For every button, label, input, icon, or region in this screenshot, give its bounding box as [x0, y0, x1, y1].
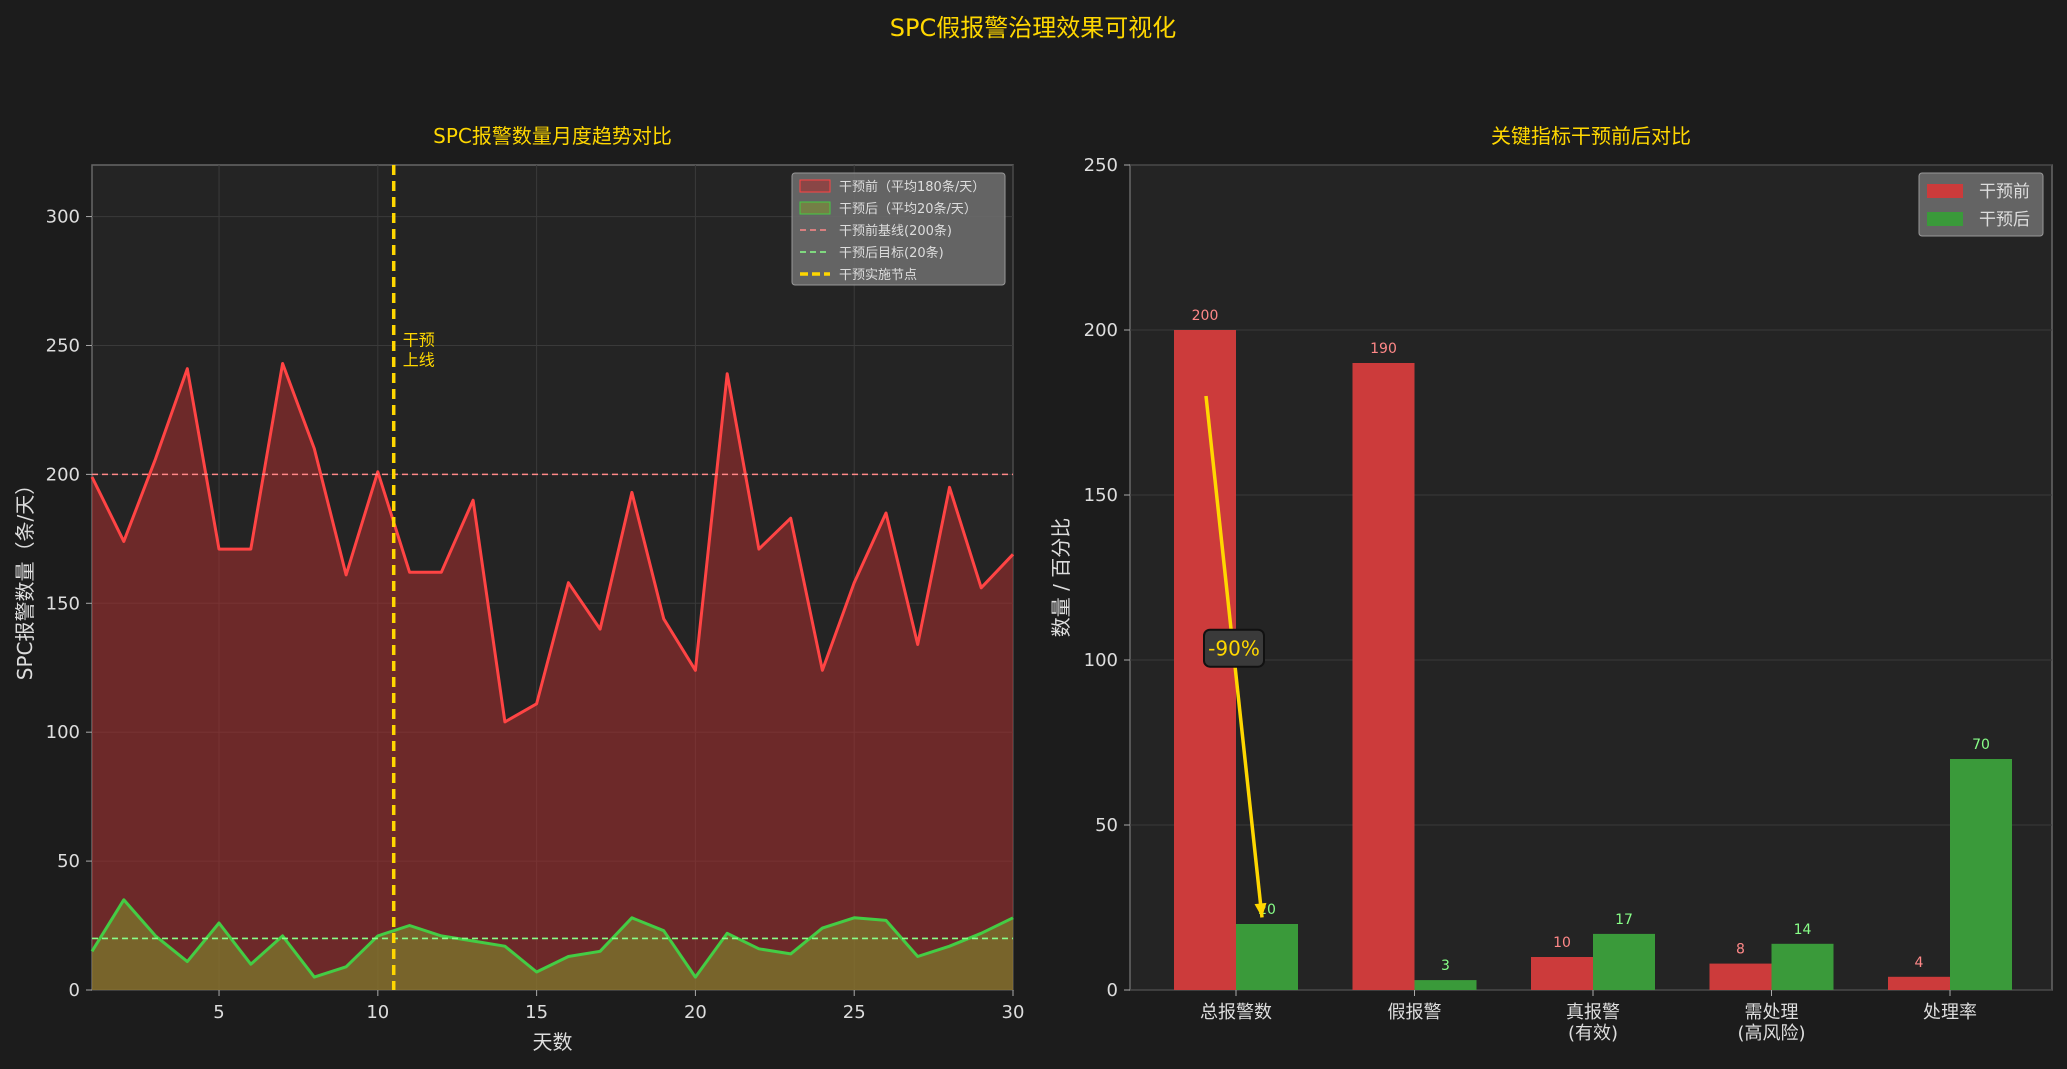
legend-label-target: 干预后目标(20条): [839, 245, 944, 261]
right-legend[interactable]: 干预前 干预后: [1918, 172, 2044, 237]
y-tick-label: 250: [1084, 155, 1118, 176]
legend-label-baseline: 干预前基线(200条): [839, 223, 952, 239]
x-tick-label: (有效): [1568, 1023, 1618, 1044]
annotation-line-1: 干预: [403, 330, 435, 349]
y-tick-label: 100: [46, 722, 80, 743]
right-y-axis-label: 数量 / 百分比: [1049, 518, 1073, 637]
x-tick-label: 15: [525, 1002, 548, 1023]
y-tick-label: 200: [46, 464, 80, 485]
x-tick-label: 需处理: [1745, 1002, 1799, 1023]
bar-value-label: 10: [1553, 935, 1571, 951]
bar-value-label: 200: [1192, 308, 1219, 324]
right-plot-area: [1129, 164, 2053, 991]
x-tick-label: 真报警: [1566, 1002, 1620, 1023]
x-tick-label: 20: [684, 1002, 707, 1023]
legend-swatch-after: [1927, 212, 1963, 226]
left-x-axis-label: 天数: [533, 1030, 573, 1054]
y-tick-label: 50: [1095, 815, 1118, 836]
y-tick-label: 150: [46, 593, 80, 614]
bar-value-label: 14: [1794, 922, 1812, 938]
right-chart-title: 关键指标干预前后对比: [1491, 124, 1691, 148]
bar-value-label: 3: [1441, 958, 1450, 974]
x-tick-label: (高风险): [1737, 1023, 1805, 1044]
bar-after: [1593, 933, 1655, 990]
y-tick-label: 0: [1107, 980, 1118, 1001]
bar-value-label: 70: [1972, 737, 1990, 753]
left-legend[interactable]: 干预前（平均180条/天） 干预后（平均20条/天） 干预前基线(200条) 干…: [791, 172, 1006, 286]
figure-title: SPC假报警治理效果可视化: [890, 14, 1176, 42]
x-tick-label: 5: [213, 1002, 224, 1023]
bar-value-label: 190: [1370, 341, 1397, 357]
left-chart-title: SPC报警数量月度趋势对比: [433, 124, 672, 148]
bar-after: [1414, 980, 1477, 990]
x-tick-label: 处理率: [1923, 1002, 1977, 1023]
legend-swatch-after: [799, 201, 831, 215]
left-annotation: 干预 上线: [403, 330, 435, 369]
bar-before: [1709, 963, 1772, 990]
x-tick-label: 总报警数: [1200, 1002, 1272, 1023]
bar-chart: 2002019031017814470 050100150200250总报警数假…: [1049, 124, 2053, 1044]
legend-label-before: 干预前（平均180条/天）: [839, 179, 985, 195]
x-tick-label: 25: [843, 1002, 866, 1023]
bar-before: [1888, 976, 1950, 990]
bar-after: [1771, 943, 1834, 990]
figure: SPC假报警治理效果可视化 干预 上线 5 10 15 20 25 30050100150…: [13, 14, 2053, 1054]
bar-value-label: 17: [1615, 912, 1633, 928]
bar-before: [1531, 957, 1593, 990]
bar-before: [1352, 363, 1415, 990]
legend-swatch-before: [799, 179, 831, 193]
legend-label-intervention: 干预实施节点: [839, 268, 917, 283]
reduction-badge-text: -90%: [1208, 637, 1260, 661]
y-tick-label: 100: [1084, 650, 1118, 671]
x-tick-label: 10: [366, 1002, 389, 1023]
legend-label-after: 干预后（平均20条/天）: [839, 201, 977, 217]
y-tick-label: 150: [1084, 485, 1118, 506]
annotation-line-2: 上线: [403, 350, 435, 369]
y-tick-label: 0: [69, 980, 80, 1001]
bar-value-label: 8: [1736, 942, 1745, 958]
legend-swatch-before: [1927, 184, 1963, 198]
legend-label-after: 干预后: [1979, 210, 2030, 230]
x-tick-label: 30: [1002, 1002, 1025, 1023]
left-y-axis-label: SPC报警数量（条/天）: [13, 475, 37, 680]
y-tick-label: 300: [46, 207, 80, 228]
bar-after: [1950, 759, 2012, 990]
legend-label-before: 干预前: [1979, 182, 2030, 202]
line-area-chart: 干预 上线 5 10 15 20 25 30050100150200250300 SPC报…: [13, 124, 1024, 1054]
y-tick-label: 250: [46, 335, 80, 356]
x-tick-label: 假报警: [1388, 1002, 1442, 1023]
y-tick-label: 200: [1084, 320, 1118, 341]
bar-after: [1236, 924, 1298, 990]
y-tick-label: 50: [57, 851, 80, 872]
bar-value-label: 4: [1915, 955, 1924, 971]
